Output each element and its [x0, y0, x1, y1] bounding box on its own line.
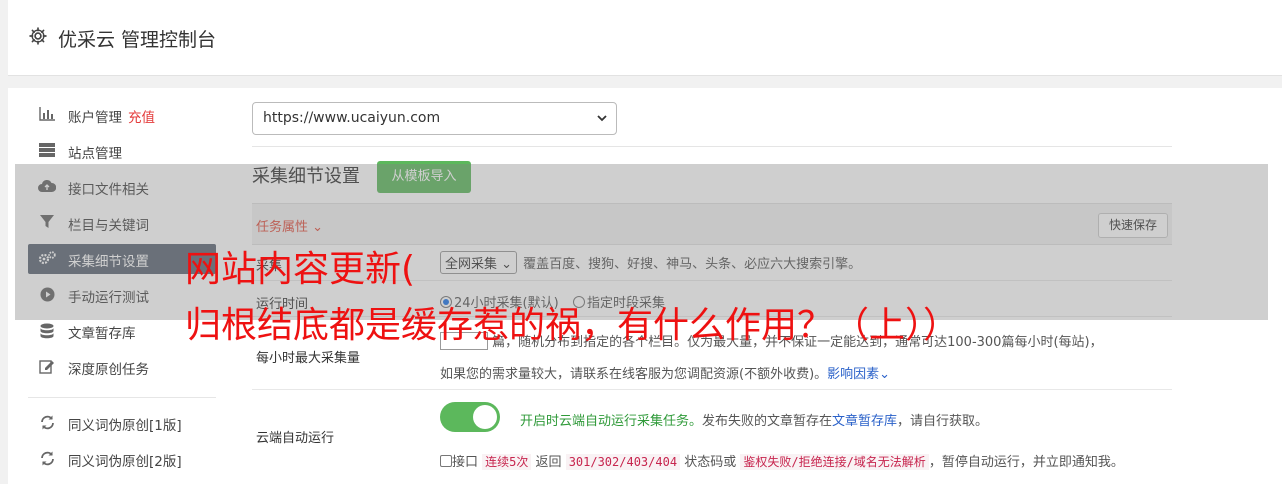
collect-mode-select-value: 全网采集 — [445, 257, 498, 272]
cloud-auto-run-desc-b: 发布失败的文章暂存在 — [702, 414, 833, 429]
edit-icon — [38, 359, 56, 375]
factors-link[interactable]: 影响因素⌄ — [827, 367, 890, 382]
collect-mode-label: 采集 — [256, 259, 283, 274]
run-time-row: 运行时间 24小时采集(默认) 指定时段采集 — [252, 281, 1172, 317]
chevron-double-down-icon: ⌄ — [879, 367, 891, 382]
sidebar-item-label: 同义词伪原创[2版] — [68, 454, 182, 470]
filter-icon — [38, 215, 56, 231]
gears-icon — [38, 251, 56, 267]
max-per-hour-note: 如果您的需求量较大，请联系在线客服为您调配资源(不额外收费)。 — [440, 367, 828, 382]
bar-chart-icon — [38, 107, 56, 123]
sidebar-item-deep-original[interactable]: 深度原创任务 — [28, 352, 216, 382]
radio-24h[interactable] — [440, 296, 452, 308]
radio-custom-period-label: 指定时段采集 — [586, 296, 665, 311]
refresh-icon — [38, 451, 56, 467]
pause-rule-line: 接口 连续5次 返回 301/302/403/404 状态码或 鉴权失败/拒绝连… — [440, 451, 1124, 470]
sidebar-item-interface-files[interactable]: 接口文件相关 — [28, 172, 216, 202]
pause-on-error-checkbox[interactable] — [440, 455, 452, 467]
max-per-hour-label: 每小时最大采集量 — [256, 351, 361, 366]
play-icon — [38, 287, 56, 303]
max-per-hour-input[interactable] — [440, 332, 488, 350]
run-time-options: 24小时采集(默认) 指定时段采集 — [440, 292, 665, 311]
chevron-down-icon — [597, 115, 607, 122]
sidebar-item-synonym-v1[interactable]: 同义词伪原创[1版] — [28, 408, 216, 438]
radio-24h-label: 24小时采集(默认) — [454, 296, 559, 311]
sidebar-item-label: 站点管理 — [68, 146, 122, 162]
console-title: 优采云 管理控制台 — [58, 29, 217, 51]
pause-rule-text-b: 返回 — [535, 455, 562, 470]
quick-save-button[interactable]: 快速保存 — [1098, 213, 1168, 238]
radio-custom-period[interactable] — [572, 296, 585, 308]
sidebar-item-manual-test[interactable]: 手动运行测试 — [28, 280, 216, 310]
article-store-link[interactable]: 文章暂存库 — [832, 414, 897, 429]
database-icon — [38, 323, 56, 339]
sidebar-item-label: 深度原创任务 — [68, 362, 149, 378]
site-select-value: https://www.ucaiyun.com — [263, 110, 441, 126]
pause-rule-code-3: 鉴权失败/拒绝连接/域名无法解析 — [740, 454, 929, 470]
factors-link-label: 影响因素 — [827, 367, 880, 382]
task-attributes-bar: 任务属性 ⌄ 快速保存 — [252, 203, 1172, 245]
sidebar-item-label: 文章暂存库 — [68, 326, 136, 342]
divider — [252, 146, 1172, 147]
sidebar-item-synonym-v2[interactable]: 同义词伪原创[2版] — [28, 444, 216, 474]
cloud-upload-icon — [38, 179, 57, 195]
recharge-link[interactable]: 充值 — [128, 110, 155, 126]
sidebar-item-label: 接口文件相关 — [68, 182, 149, 198]
pause-rule-text-d: ，暂停自动运行，并立即通知我。 — [928, 455, 1124, 470]
chevron-down-icon: ⌄ — [501, 257, 513, 272]
import-template-button[interactable]: 从模板导入 — [377, 161, 471, 193]
cloud-auto-run-label: 云端自动运行 — [256, 431, 335, 446]
task-attributes-toggle[interactable]: 任务属性 ⌄ — [256, 216, 323, 235]
max-per-hour-line1: 篇，随机分布到指定的各个栏目。仅为最大量，并不保证一定能达到，通常可达100-3… — [440, 331, 1103, 350]
sidebar-item-columns-keywords[interactable]: 栏目与关键词 — [28, 208, 216, 238]
pause-rule-code-1: 连续5次 — [482, 454, 532, 470]
cloud-auto-run-toggle[interactable] — [440, 402, 500, 432]
collect-mode-row: 采集 全网采集 ⌄ 覆盖百度、搜狗、好搜、神马、头条、必应六大搜索引擎。 — [252, 245, 1172, 281]
sidebar-divider — [28, 397, 216, 398]
cloud-auto-run-row: 云端自动运行 开启时云端自动运行采集任务。发布失败的文章暂存在文章暂存库，请自行… — [252, 390, 1172, 480]
sidebar-item-label: 手动运行测试 — [68, 290, 149, 306]
max-per-hour-desc: 篇，随机分布到指定的各个栏目。仅为最大量，并不保证一定能达到，通常可达100-3… — [492, 335, 1103, 350]
sidebar-item-label: 采集细节设置 — [68, 254, 149, 270]
max-per-hour-row: 每小时最大采集量 篇，随机分布到指定的各个栏目。仅为最大量，并不保证一定能达到，… — [252, 317, 1172, 390]
site-select[interactable]: https://www.ucaiyun.com — [252, 102, 617, 135]
sidebar-item-label: 同义词伪原创[1版] — [68, 418, 182, 434]
max-per-hour-line2: 如果您的需求量较大，请联系在线客服为您调配资源(不额外收费)。影响因素⌄ — [440, 363, 890, 382]
section-title: 采集细节设置 — [252, 166, 360, 187]
chevron-double-down-icon: ⌄ — [312, 220, 324, 235]
sidebar-item-sites[interactable]: 站点管理 — [28, 136, 216, 166]
sidebar-item-collect-settings[interactable]: 采集细节设置 — [28, 244, 216, 274]
collect-mode-desc: 覆盖百度、搜狗、好搜、神马、头条、必应六大搜索引擎。 — [523, 257, 862, 272]
cloud-auto-run-desc-c: ，请自行获取。 — [897, 414, 989, 429]
sidebar-item-label: 栏目与关键词 — [68, 218, 149, 234]
run-time-label: 运行时间 — [256, 297, 309, 312]
pause-rule-text-a: 接口 — [452, 455, 479, 470]
pause-rule-code-2: 301/302/403/404 — [565, 454, 681, 470]
pause-rule-text-c: 状态码或 — [684, 455, 737, 470]
refresh-icon — [38, 415, 56, 431]
collect-mode-select[interactable]: 全网采集 ⌄ — [440, 251, 518, 274]
gear-icon — [29, 27, 47, 45]
sidebar-item-label: 账户管理 — [68, 110, 122, 126]
task-attributes-label: 任务属性 — [256, 220, 309, 235]
collect-mode-value: 全网采集 ⌄ 覆盖百度、搜狗、好搜、神马、头条、必应六大搜索引擎。 — [440, 251, 861, 274]
top-header: 优采云 管理控制台 — [8, 0, 1282, 76]
toggle-knob — [473, 405, 497, 429]
server-icon — [38, 143, 56, 159]
sidebar-item-article-store[interactable]: 文章暂存库 — [28, 316, 216, 346]
cloud-auto-run-desc: 开启时云端自动运行采集任务。发布失败的文章暂存在文章暂存库，请自行获取。 — [520, 410, 988, 429]
cloud-auto-run-desc-green: 开启时云端自动运行采集任务。 — [520, 414, 703, 429]
sidebar-item-account[interactable]: 账户管理 充值 — [28, 100, 216, 130]
